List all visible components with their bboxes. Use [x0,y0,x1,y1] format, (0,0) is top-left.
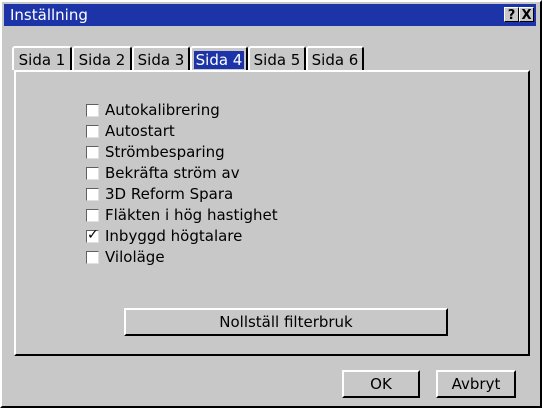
option-label: 3D Reform Spara [105,185,234,203]
checkbox-checked[interactable]: ✓ [86,227,99,243]
tab-label: Sida 1 [18,51,66,69]
option-autostart[interactable]: Autostart [86,121,175,141]
option-label: Autokalibrering [105,101,220,119]
tab-label: Sida 4 [193,51,245,69]
tab-label: Sida 5 [253,51,301,69]
tab-sida-1[interactable]: Sida 1 [12,46,72,70]
settings-dialog: Inställning ? X Sida 1 Sida 2 Sida 3 Sid… [0,0,542,408]
checkbox[interactable] [86,145,99,159]
ok-button[interactable]: OK [342,370,420,398]
tab-sida-2[interactable]: Sida 2 [72,46,132,70]
checkbox[interactable] [86,124,99,138]
option-vilolage[interactable]: Viloläge [86,247,165,267]
checkbox[interactable] [86,166,99,180]
tab-label: Sida 3 [137,51,185,69]
tab-sida-5[interactable]: Sida 5 [248,46,306,70]
checkbox[interactable] [86,103,99,117]
check-icon: ✓ [87,226,99,243]
checkbox[interactable] [86,208,99,222]
title-bar[interactable]: Inställning ? X [4,4,536,26]
option-label: Viloläge [105,248,165,266]
window-title: Inställning [10,6,88,24]
option-3d-reform-spara[interactable]: 3D Reform Spara [86,184,233,204]
checkbox[interactable] [86,187,99,201]
tab-sida-6[interactable]: Sida 6 [306,46,364,70]
option-inbyggd-hogtalare[interactable]: ✓ Inbyggd högtalare [86,226,242,246]
cancel-button[interactable]: Avbryt [436,370,516,398]
option-label: Autostart [105,122,175,140]
tab-sida-3[interactable]: Sida 3 [132,46,190,70]
option-autokalibrering[interactable]: Autokalibrering [86,100,220,120]
close-button[interactable]: X [519,7,534,23]
option-label: Inbyggd högtalare [105,227,243,245]
option-flakten-hog-hastighet[interactable]: Fläkten i hög hastighet [86,205,278,225]
tab-panel: Autokalibrering Autostart Strömbesparing… [14,70,530,356]
option-label: Fläkten i hög hastighet [105,206,278,224]
tab-sida-4[interactable]: Sida 4 [190,46,248,71]
option-label: Strömbesparing [105,143,225,161]
checkbox[interactable] [86,250,99,264]
option-strombesparing[interactable]: Strömbesparing [86,142,225,162]
option-label: Bekräfta ström av [105,164,240,182]
help-button[interactable]: ? [504,7,519,23]
reset-filter-button[interactable]: Nollställ filterbruk [124,308,448,336]
tab-label: Sida 2 [78,51,126,69]
tab-label: Sida 6 [311,51,359,69]
option-bekrafta-strom-av[interactable]: Bekräfta ström av [86,163,240,183]
